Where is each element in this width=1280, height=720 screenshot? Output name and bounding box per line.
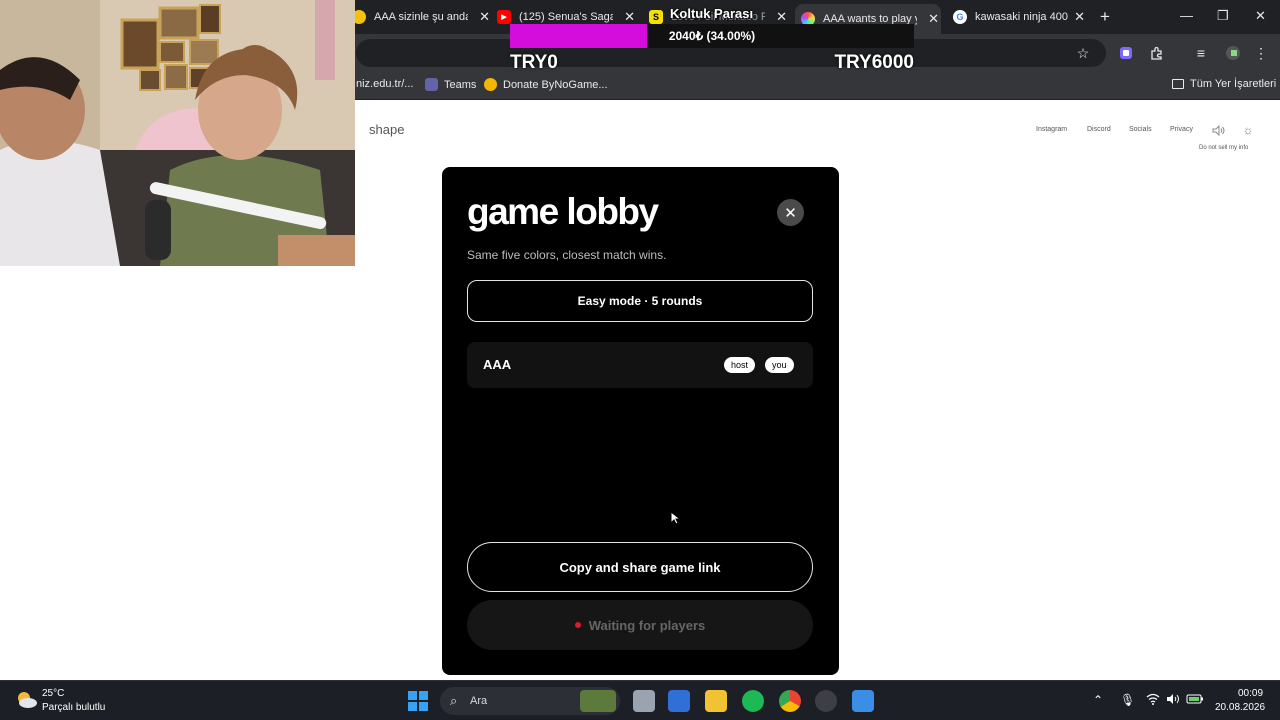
- taskbar-search-box[interactable]: ⌕ Ara: [440, 687, 620, 715]
- weather-temperature[interactable]: 25°C: [42, 688, 64, 699]
- more-menu-icon[interactable]: ⋮: [1252, 44, 1270, 62]
- donation-min-label: TRY0: [510, 52, 558, 73]
- modal-subtitle: Same five colors, closest match wins.: [467, 248, 667, 262]
- browser-tab[interactable]: G kawasaki ninja 400 - ✕: [953, 6, 1087, 28]
- file-explorer-icon[interactable]: [705, 690, 727, 712]
- media-controls-icon[interactable]: ≡: [1192, 44, 1210, 62]
- mouse-cursor-icon: [670, 511, 680, 525]
- search-placeholder: Ara: [470, 695, 488, 707]
- bookmark-item-teams[interactable]: Teams: [425, 78, 476, 91]
- player-name: AAA: [483, 357, 512, 372]
- all-bookmarks-label: Tüm Yer İşaretleri: [1190, 78, 1277, 90]
- player-list-item: AAA host you: [467, 342, 813, 388]
- close-tab-icon[interactable]: ✕: [928, 11, 939, 27]
- status-dot-icon: [574, 622, 581, 628]
- you-badge: you: [765, 357, 794, 373]
- profile-avatar-icon[interactable]: [1224, 44, 1242, 62]
- extensions-puzzle-icon[interactable]: [1148, 44, 1166, 62]
- close-window-icon[interactable]: ✕: [1255, 8, 1266, 24]
- volume-icon[interactable]: [1166, 693, 1180, 708]
- close-modal-button[interactable]: ✕: [777, 199, 804, 226]
- game-mode-button[interactable]: Easy mode · 5 rounds: [467, 280, 813, 322]
- clock-date[interactable]: 20.08.2026: [1215, 702, 1265, 713]
- nav-link-privacy[interactable]: Privacy: [1170, 126, 1193, 133]
- bookmark-label: Donate ByNoGame...: [503, 78, 608, 91]
- bookmark-item[interactable]: niz.edu.tr/...: [356, 78, 413, 90]
- youtube-icon: ▶: [497, 10, 511, 24]
- theme-sun-icon[interactable]: ☼: [1241, 123, 1255, 137]
- bookmark-label: Teams: [444, 78, 477, 91]
- extension-shield-icon[interactable]: [1117, 44, 1135, 62]
- search-highlight-icon: [580, 690, 616, 712]
- copy-share-link-button[interactable]: Copy and share game link: [467, 542, 813, 592]
- folder-icon: [1172, 79, 1184, 89]
- nav-link-discord[interactable]: Discord: [1087, 126, 1111, 133]
- nav-link-socials[interactable]: Socials: [1129, 126, 1152, 133]
- nav-link-instagram[interactable]: Instagram: [1036, 126, 1067, 133]
- spotify-icon[interactable]: [742, 690, 764, 712]
- restore-icon[interactable]: ❐: [1217, 8, 1229, 24]
- donation-goal-title: Koltuk Parası: [670, 6, 754, 21]
- webcam-feed: [0, 0, 355, 266]
- chrome-icon[interactable]: [779, 690, 801, 712]
- windows-taskbar: 25°C Parçalı bulutlu ⌕ Ara ⌃ 🎙 00:09 20.…: [0, 680, 1280, 720]
- donation-goal-overlay: 2040₺ (34.00%) Koltuk Parası TRY0 TRY600…: [510, 2, 914, 74]
- weather-partly-cloudy-icon[interactable]: [14, 689, 38, 711]
- app-icon[interactable]: [852, 690, 874, 712]
- obs-icon[interactable]: [815, 690, 837, 712]
- google-icon: G: [953, 10, 967, 24]
- battery-icon[interactable]: [1186, 693, 1204, 708]
- donation-progress-bar: 2040₺ (34.00%): [510, 24, 914, 48]
- host-badge: host: [724, 357, 756, 373]
- waiting-label: Waiting for players: [588, 617, 706, 633]
- close-tab-icon[interactable]: ✕: [479, 9, 490, 25]
- wifi-icon[interactable]: [1146, 693, 1160, 708]
- all-bookmarks-item[interactable]: Tüm Yer İşaretleri: [1172, 78, 1276, 90]
- new-tab-button[interactable]: +: [1100, 7, 1110, 27]
- close-tab-icon[interactable]: ✕: [1074, 9, 1085, 25]
- tab-title: kawasaki ninja 400 -: [975, 11, 1069, 23]
- task-view-icon[interactable]: [633, 690, 655, 712]
- microphone-icon[interactable]: 🎙: [1120, 693, 1135, 707]
- windows-start-icon[interactable]: [407, 690, 429, 712]
- game-lobby-modal: game lobby ✕ Same five colors, closest m…: [442, 167, 839, 675]
- browser-tab[interactable]: AAA sizinle şu anda c ✕: [352, 6, 492, 28]
- tab-title: AAA sizinle şu anda c: [374, 11, 468, 23]
- bookmark-item-donate[interactable]: Donate ByNoGame...: [484, 78, 608, 91]
- search-icon: ⌕: [450, 693, 458, 708]
- clock-time[interactable]: 00:09: [1238, 688, 1263, 699]
- bynogame-icon: [484, 78, 497, 91]
- waiting-for-players-button: Waiting for players: [467, 600, 813, 650]
- bookmark-star-icon[interactable]: ☆: [1074, 44, 1092, 62]
- modal-title: game lobby: [467, 191, 659, 232]
- bookmark-label: niz.edu.tr/...: [356, 78, 414, 90]
- site-logo[interactable]: shape: [369, 122, 404, 137]
- microsoft-store-icon[interactable]: [668, 690, 690, 712]
- show-hidden-icons[interactable]: ⌃: [1093, 693, 1103, 707]
- minimize-icon[interactable]: —: [1180, 8, 1193, 23]
- do-not-sell-link[interactable]: Do not sell my info: [1199, 145, 1248, 151]
- donation-amount: 2040₺ (34.00%): [668, 29, 756, 43]
- teams-icon: [425, 78, 438, 91]
- webcam-image: [0, 0, 355, 266]
- close-icon: ✕: [784, 204, 797, 222]
- sound-icon[interactable]: [1211, 123, 1225, 137]
- weather-description[interactable]: Parçalı bulutlu: [42, 702, 105, 713]
- donation-max-label: TRY6000: [834, 52, 914, 73]
